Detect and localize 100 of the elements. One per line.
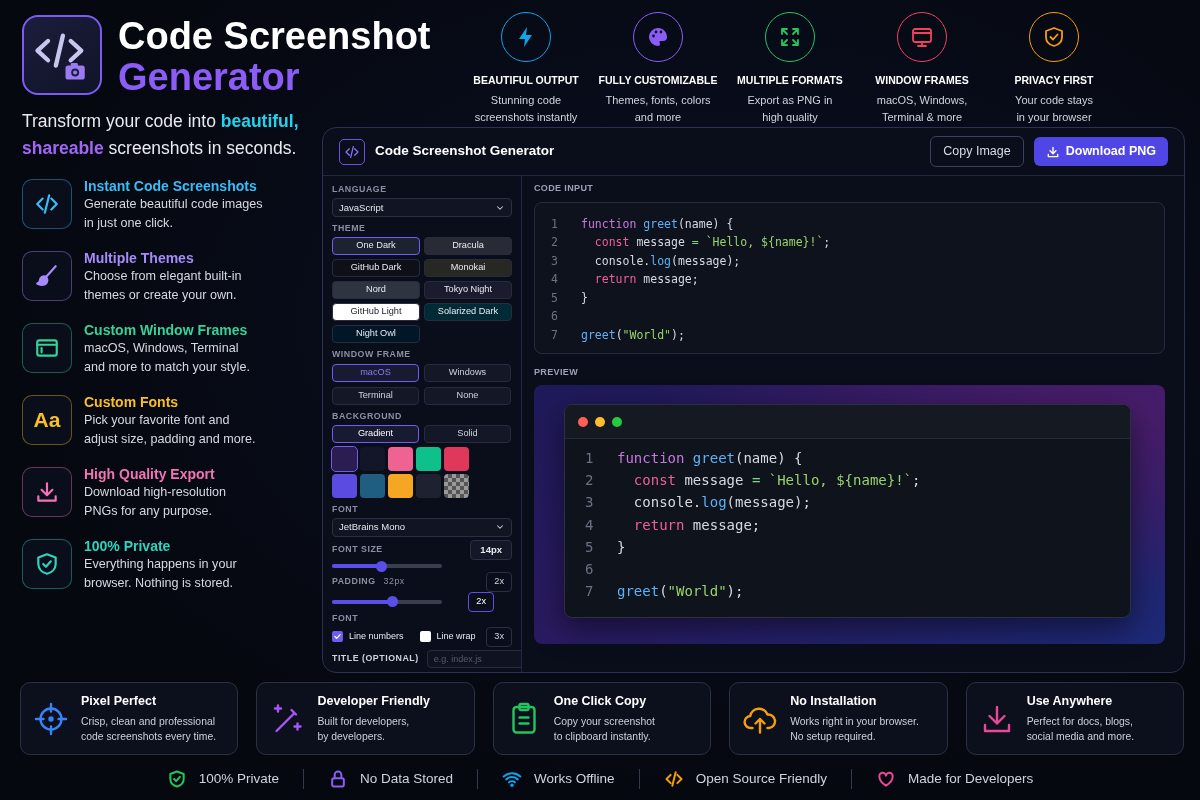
card-description: Perfect for docs, blogs, social media and more.	[1026, 714, 1135, 745]
scale-option[interactable]: 2x	[468, 592, 494, 612]
code-line: greet("World");	[581, 326, 685, 344]
download-button[interactable]: Download PNG	[1033, 137, 1168, 166]
line-number: 4	[551, 271, 559, 288]
card-title: Developer Friendly	[317, 693, 430, 711]
color-swatch[interactable]	[332, 446, 357, 471]
highlight-description: Export as PNG in high quality	[747, 92, 833, 125]
checkbox[interactable]	[332, 631, 343, 643]
theme-option[interactable]: GitHub Dark	[332, 259, 420, 278]
theme-option[interactable]: Night Owl	[332, 325, 420, 344]
feature-description: Download high-resolution PNGs for any purpose.	[84, 484, 227, 520]
feature-description: Generate beautiful code images in just one click.	[84, 196, 263, 232]
title-input[interactable]: e.g. index.js	[426, 649, 521, 668]
color-swatch[interactable]	[360, 473, 385, 498]
feature-description: Choose from elegant built-in themes or create your own.	[84, 268, 242, 304]
slider-thumb[interactable]	[376, 560, 387, 572]
card-description: Copy your screenshot to clipboard instantly.	[553, 714, 655, 745]
frame-option[interactable]: macOS	[332, 363, 419, 382]
line-number: 6	[551, 308, 559, 325]
scale-option[interactable]: 2x	[486, 572, 512, 592]
theme-option[interactable]: Dracula	[424, 237, 512, 256]
highlight-description: Your code stays in your browser	[1015, 92, 1093, 125]
language-select[interactable]: JavaScript	[332, 198, 512, 218]
highlight-description: Stunning code screenshots instantly	[474, 92, 578, 125]
theme-option[interactable]: Nord	[332, 281, 420, 300]
highlight-title: PRIVACY FIRST	[1014, 73, 1094, 88]
highlight-description: macOS, Windows, Terminal & more	[876, 92, 968, 125]
theme-option[interactable]: Tokyo Night	[424, 281, 512, 300]
section-label: LANGUAGE	[332, 183, 388, 196]
feature-description: Everything happens in your browser. Nothing is stored.	[84, 556, 237, 592]
code-line: const message = `Hello, ${name}!`;	[632, 471, 921, 491]
copy-button[interactable]: Copy Image	[930, 136, 1024, 167]
app-title: Generator	[118, 57, 301, 98]
feature-title: Custom Fonts	[84, 394, 180, 411]
code-line: return message;	[593, 271, 699, 288]
trust-label: No Data Stored	[360, 769, 454, 788]
feature-title: Custom Window Frames	[84, 322, 249, 339]
download-icon	[1045, 144, 1060, 159]
frame-option[interactable]: Terminal	[332, 386, 419, 405]
code-line: }	[581, 289, 588, 307]
code-line: }	[617, 537, 626, 557]
color-swatch[interactable]	[444, 446, 469, 471]
line-number: 2	[551, 234, 559, 251]
code-icon	[339, 138, 365, 165]
line-number: 1	[585, 449, 595, 468]
section-label: WINDOW FRAME	[332, 348, 412, 362]
highlight-title: BEAUTIFUL OUTPUT	[473, 73, 579, 88]
card-description: Works right in your browser. No setup required.	[790, 714, 919, 745]
frame-option[interactable]: None	[424, 386, 511, 405]
field-label: TITLE (OPTIONAL)	[332, 652, 419, 666]
line-number: 7	[585, 582, 595, 602]
color-swatch[interactable]	[388, 446, 413, 471]
brush-icon	[22, 251, 72, 301]
highlight-title: FULLY CUSTOMIZABLE	[598, 73, 718, 88]
feature-title: High Quality Export	[84, 466, 216, 483]
slider[interactable]	[332, 599, 442, 604]
frame-option[interactable]: Windows	[424, 363, 511, 382]
feature-description: macOS, Windows, Terminal and more to match your style.	[84, 340, 250, 376]
transparent-swatch[interactable]	[444, 473, 469, 498]
code-icon	[22, 179, 72, 229]
feature-title: 100% Private	[84, 538, 172, 555]
line-number: 1	[551, 215, 559, 233]
scale-option[interactable]: 3x	[486, 626, 512, 647]
trust-label: Works Offline	[534, 769, 615, 788]
code-line: function greet(name) {	[617, 449, 803, 468]
font-select[interactable]: JetBrains Mono	[332, 517, 512, 537]
checkbox[interactable]	[419, 631, 431, 643]
highlight-title: MULTIPLE FORMATS	[737, 73, 843, 88]
shield-check-icon	[22, 539, 72, 589]
section-label: THEME	[332, 222, 367, 236]
slider-thumb[interactable]	[387, 596, 398, 608]
checkbox-label: Line numbers	[349, 630, 404, 644]
line-number: 3	[585, 493, 595, 513]
line-number: 6	[585, 560, 595, 579]
section-label: FONT	[332, 502, 360, 516]
section-label: BACKGROUND	[332, 409, 403, 423]
theme-option[interactable]: One Dark	[332, 237, 420, 256]
theme-option[interactable]: Monokai	[424, 259, 512, 278]
trust-label: Open Source Friendly	[695, 769, 827, 788]
background-option[interactable]: Solid	[424, 424, 511, 443]
line-number: 7	[551, 326, 559, 344]
line-number: 2	[585, 471, 595, 491]
padding-value: 32px	[383, 575, 405, 589]
section-label: FONT SIZE	[332, 543, 383, 557]
section-label: CODE INPUT	[534, 182, 595, 195]
download-icon	[22, 467, 72, 517]
color-swatch[interactable]	[332, 473, 357, 498]
slider[interactable]	[332, 564, 442, 569]
code-editor[interactable]: 1 function greet(name) { 2 const message = `Hello, ${name}!`; 3 console.log(message); 4 return message; 5 } 6 7 greet("World");	[534, 201, 1165, 354]
code-line: console.log(message);	[632, 493, 811, 513]
trust-label: Made for Developers	[907, 769, 1034, 788]
theme-option[interactable]: Solarized Dark	[424, 303, 512, 322]
color-swatch[interactable]	[416, 446, 441, 471]
color-swatch[interactable]	[388, 473, 413, 498]
feature-title: Instant Code Screenshots	[84, 178, 258, 195]
highlight-title: WINDOW FRAMES	[875, 73, 969, 88]
background-option[interactable]: Gradient	[332, 424, 419, 443]
app-title: Code Screenshot	[118, 16, 431, 57]
theme-option[interactable]: GitHub Light	[332, 303, 420, 322]
